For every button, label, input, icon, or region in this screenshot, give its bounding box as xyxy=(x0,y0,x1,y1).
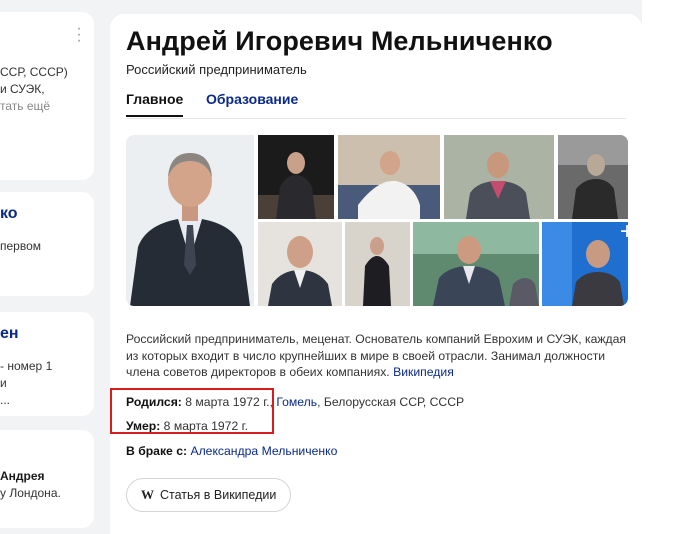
tab-bar: Главное Образование xyxy=(126,90,626,119)
side-card-title: ен xyxy=(0,325,19,342)
wikipedia-button-label: Статья в Википедии xyxy=(160,488,277,502)
side-card-4[interactable]: Андрея у Лондона. xyxy=(0,430,94,528)
entity-description: Российский предприниматель, меценат. Осн… xyxy=(126,331,632,381)
tab-education[interactable]: Образование xyxy=(206,90,298,115)
page-title: Андрей Игоревич Мельниченко xyxy=(126,26,553,56)
side-card-title: Андрея xyxy=(0,469,45,483)
side-card-text: - номер 1 xyxy=(0,359,53,373)
description-text: Российский предприниматель, меценат. Осн… xyxy=(126,332,627,379)
right-panel xyxy=(642,0,700,534)
side-card-2[interactable]: ко первом xyxy=(0,192,94,296)
fact-value: , Белорусская ССР, СССР xyxy=(317,395,465,409)
side-card-text: у Лондона. xyxy=(0,486,61,500)
wikipedia-link[interactable]: Википедия xyxy=(393,365,454,379)
side-card-text: первом xyxy=(0,239,42,253)
wikipedia-article-button[interactable]: W Статья в Википедии xyxy=(126,478,292,512)
photo-thumb[interactable] xyxy=(542,222,628,306)
photo-thumb[interactable] xyxy=(558,135,628,219)
side-card-1[interactable]: · · · ССР, СССР) и СУЭК, тать ещё xyxy=(0,12,94,180)
side-card-text: и xyxy=(0,376,7,390)
side-card-text: тать ещё xyxy=(0,99,51,113)
side-card-title: ко xyxy=(0,205,18,222)
photo-thumb[interactable] xyxy=(345,222,410,306)
tab-main[interactable]: Главное xyxy=(126,90,184,117)
fact-label: В браке с: xyxy=(126,444,188,458)
photo-main[interactable] xyxy=(126,135,254,306)
side-card-text: ССР, СССР) xyxy=(0,65,68,79)
plus-icon[interactable]: + xyxy=(620,220,634,244)
photo-thumb[interactable] xyxy=(413,222,539,306)
photo-gallery: + xyxy=(126,135,634,306)
side-card-3[interactable]: ен - номер 1 и ... xyxy=(0,312,94,416)
fact-spouse: В браке с: Александра Мельниченко xyxy=(126,444,337,458)
side-card-text: и СУЭК, xyxy=(0,82,45,96)
annotation-highlight-box xyxy=(110,388,274,434)
more-options-icon[interactable]: · · · xyxy=(76,21,82,49)
entity-card: Андрей Игоревич Мельниченко Российский п… xyxy=(110,14,642,534)
side-card-text: ... xyxy=(0,393,11,407)
wikipedia-icon: W xyxy=(141,487,154,502)
entity-subtitle: Российский предприниматель xyxy=(126,62,307,77)
photo-thumb[interactable] xyxy=(258,222,342,306)
photo-thumb[interactable] xyxy=(258,135,334,219)
photo-thumb[interactable] xyxy=(444,135,554,219)
birthplace-link[interactable]: Гомель xyxy=(276,395,317,409)
photo-thumb[interactable] xyxy=(338,135,440,219)
spouse-link[interactable]: Александра Мельниченко xyxy=(190,444,337,458)
